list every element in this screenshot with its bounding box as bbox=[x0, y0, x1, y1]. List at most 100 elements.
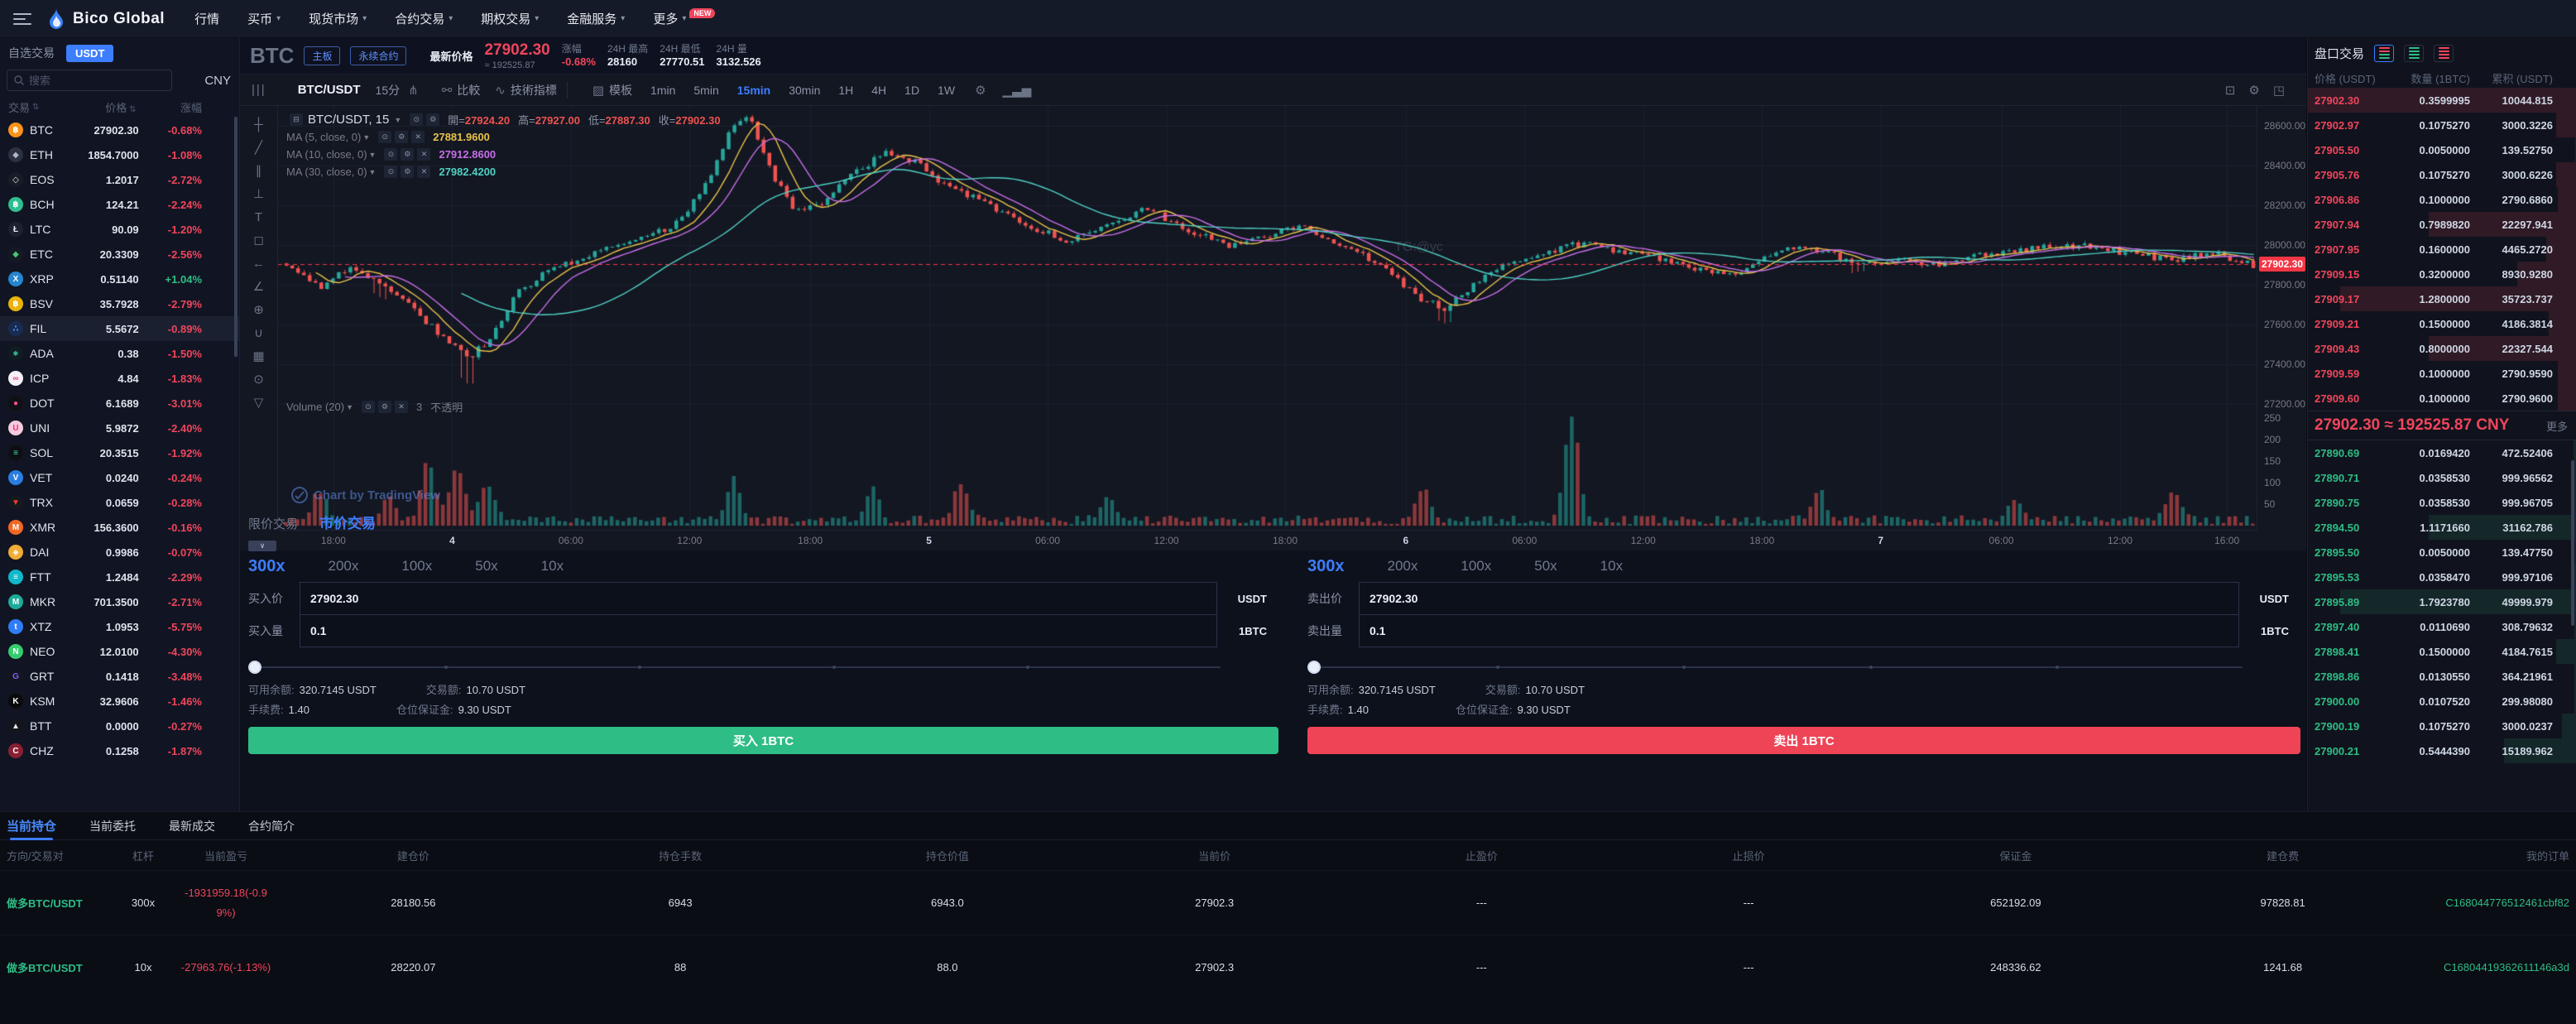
coin-row-ETC[interactable]: ◆ETC20.3309-2.56% bbox=[0, 242, 239, 267]
header-pair[interactable]: 交易 bbox=[8, 99, 30, 115]
buy-amount-slider[interactable] bbox=[250, 661, 1221, 674]
more-link[interactable]: 更多 bbox=[2546, 418, 2568, 434]
coin-row-TRX[interactable]: ▼TRX0.0659-0.28% bbox=[0, 490, 239, 515]
ask-row[interactable]: 27909.150.32000008930.9280 bbox=[2308, 262, 2576, 286]
settings-gear-icon[interactable]: ⚙ bbox=[2248, 83, 2259, 98]
coin-row-EOS[interactable]: ◇EOS1.2017-2.72% bbox=[0, 167, 239, 192]
bid-row[interactable]: 27890.750.0358530999.96705 bbox=[2308, 490, 2576, 515]
orderbook-scrollbar[interactable] bbox=[2571, 460, 2574, 626]
pattern-tool-icon[interactable]: ▦ bbox=[247, 344, 271, 368]
nav-item-更多[interactable]: 更多▾NEW bbox=[653, 10, 715, 27]
leverage-10x[interactable]: 10x bbox=[541, 558, 564, 574]
candles-style-icon[interactable]: ||| bbox=[252, 83, 266, 97]
chevron-down-icon[interactable]: ▼ bbox=[362, 133, 370, 142]
coin-row-LTC[interactable]: ŁLTC90.09-1.20% bbox=[0, 217, 239, 242]
bid-row[interactable]: 27895.500.0050000139.47750 bbox=[2308, 540, 2576, 565]
chevron-down-icon[interactable]: ∨ bbox=[248, 541, 276, 551]
nav-item-合约交易[interactable]: 合约交易▾ bbox=[395, 10, 453, 27]
timeframe-1W[interactable]: 1W bbox=[938, 84, 955, 97]
bid-row[interactable]: 27900.000.0107520299.98080 bbox=[2308, 689, 2576, 714]
currency-label[interactable]: CNY bbox=[204, 74, 231, 88]
orderbook-view-asks-icon[interactable] bbox=[2434, 45, 2454, 62]
chevron-down-icon[interactable]: ▼ bbox=[369, 168, 377, 176]
leverage-100x[interactable]: 100x bbox=[401, 558, 432, 574]
coin-row-XRP[interactable]: XXRP0.51140+1.04% bbox=[0, 267, 239, 291]
positions-tab-合约简介[interactable]: 合约简介 bbox=[248, 812, 295, 840]
coin-row-FTT[interactable]: ≡FTT1.2484-2.29% bbox=[0, 565, 239, 589]
coin-row-ADA[interactable]: ∗ADA0.38-1.50% bbox=[0, 341, 239, 366]
timeframe-1min[interactable]: 1min bbox=[650, 84, 675, 97]
buy-price-input[interactable] bbox=[300, 592, 1216, 605]
chevron-down-icon[interactable]: ▼ bbox=[346, 403, 353, 411]
close-icon[interactable]: ✕ bbox=[411, 131, 425, 143]
close-icon[interactable]: ✕ bbox=[395, 401, 408, 413]
coin-row-BSV[interactable]: ฿BSV35.7928-2.79% bbox=[0, 291, 239, 316]
leverage-10x[interactable]: 10x bbox=[1600, 558, 1623, 574]
timeframe-4H[interactable]: 4H bbox=[871, 84, 886, 97]
coin-row-VET[interactable]: VVET0.0240-0.24% bbox=[0, 465, 239, 490]
badge-perpetual[interactable]: 永续合约 bbox=[350, 46, 406, 65]
coin-row-SOL[interactable]: ≡SOL20.3515-1.92% bbox=[0, 440, 239, 465]
coin-row-UNI[interactable]: UUNI5.9872-2.40% bbox=[0, 416, 239, 440]
ask-row[interactable]: 27909.600.10000002790.9600 bbox=[2308, 386, 2576, 411]
coin-row-XMR[interactable]: MXMR156.3600-0.16% bbox=[0, 515, 239, 540]
timeframe-30min[interactable]: 30min bbox=[789, 84, 820, 97]
coin-row-ETH[interactable]: ◆ETH1854.7000-1.08% bbox=[0, 142, 239, 167]
nav-item-期权交易[interactable]: 期权交易▾ bbox=[481, 10, 539, 27]
orderbook-view-bids-icon[interactable] bbox=[2404, 45, 2424, 62]
zoom-tool-icon[interactable]: ⊕ bbox=[247, 298, 271, 321]
pitchfork-tool-icon[interactable]: ⊥ bbox=[247, 182, 271, 205]
candle-type-icon[interactable]: ⋔ bbox=[408, 83, 419, 98]
measure-tool-icon[interactable]: ∠ bbox=[247, 275, 271, 298]
close-icon[interactable]: ✕ bbox=[417, 148, 430, 161]
timeframe-15min[interactable]: 15min bbox=[737, 84, 770, 97]
tab-limit-order[interactable]: 限价交易 bbox=[248, 515, 298, 532]
indicators-button[interactable]: ∿技術指標 bbox=[495, 82, 557, 99]
leverage-300x[interactable]: 300x bbox=[1307, 557, 1345, 576]
leverage-200x[interactable]: 200x bbox=[1388, 558, 1418, 574]
coin-row-BCH[interactable]: ฿BCH124.21-2.24% bbox=[0, 192, 239, 217]
coin-row-NEO[interactable]: NNEO12.0100-4.30% bbox=[0, 639, 239, 664]
tradingview-watermark[interactable]: Chart by TradingView bbox=[291, 487, 440, 503]
coin-row-MKR[interactable]: MMKR701.3500-2.71% bbox=[0, 589, 239, 614]
logo[interactable]: Bico Global bbox=[46, 7, 165, 31]
ask-row[interactable]: 27909.430.800000022327.544 bbox=[2308, 336, 2576, 361]
bid-row[interactable]: 27898.860.0130550364.21961 bbox=[2308, 664, 2576, 689]
eye-icon[interactable]: ⊙ bbox=[384, 166, 397, 178]
positions-tab-当前持仓[interactable]: 当前持仓 bbox=[7, 812, 56, 840]
header-change[interactable]: 涨幅 bbox=[137, 99, 202, 115]
nav-item-行情[interactable]: 行情 bbox=[194, 10, 219, 27]
gear-icon[interactable]: ⚙ bbox=[401, 148, 414, 161]
coin-row-BTC[interactable]: ฿BTC27902.30-0.68% bbox=[0, 118, 239, 142]
sell-button[interactable]: 卖出 1BTC bbox=[1307, 727, 2300, 754]
leverage-200x[interactable]: 200x bbox=[329, 558, 359, 574]
leverage-50x[interactable]: 50x bbox=[475, 558, 497, 574]
ask-row[interactable]: 27909.171.280000035723.737 bbox=[2308, 286, 2576, 311]
sort-icon[interactable]: ⇅ bbox=[32, 103, 39, 112]
tab-favorites[interactable]: 自选交易 bbox=[8, 45, 55, 61]
coin-row-FIL[interactable]: ∴FIL5.5672-0.89% bbox=[0, 316, 239, 341]
ask-row[interactable]: 27906.860.10000002790.6860 bbox=[2308, 187, 2576, 212]
nav-item-买币[interactable]: 买币▾ bbox=[247, 10, 281, 27]
arrow-left-icon[interactable]: ← bbox=[247, 252, 271, 275]
leverage-300x[interactable]: 300x bbox=[248, 557, 285, 576]
bid-row[interactable]: 27894.501.117166031162.786 bbox=[2308, 515, 2576, 540]
leverage-50x[interactable]: 50x bbox=[1534, 558, 1557, 574]
coin-row-BTT[interactable]: ▲BTT0.0000-0.27% bbox=[0, 714, 239, 738]
positions-tab-当前委托[interactable]: 当前委托 bbox=[89, 812, 136, 840]
gear-icon[interactable]: ⚙ bbox=[378, 401, 391, 413]
positions-tab-最新成交[interactable]: 最新成交 bbox=[169, 812, 215, 840]
coin-row-KSM[interactable]: KKSM32.9606-1.46% bbox=[0, 689, 239, 714]
nav-item-现货市场[interactable]: 现货市场▾ bbox=[309, 10, 367, 27]
crosshair-tool-icon[interactable]: ┼ bbox=[247, 113, 271, 136]
coin-row-DAI[interactable]: ◈DAI0.9986-0.07% bbox=[0, 540, 239, 565]
ask-row[interactable]: 27907.940.798982022297.941 bbox=[2308, 212, 2576, 237]
price-axis[interactable]: 28600.0028400.0028200.0028000.0027800.00… bbox=[2257, 106, 2306, 530]
coin-row-DOT[interactable]: ●DOT6.1689-3.01% bbox=[0, 391, 239, 416]
collapse-legend-icon[interactable]: ⊟ bbox=[290, 113, 303, 126]
bid-row[interactable]: 27890.710.0358530999.96562 bbox=[2308, 465, 2576, 490]
eye-icon[interactable]: ⊙ bbox=[410, 113, 423, 126]
hamburger-menu-icon[interactable] bbox=[13, 13, 31, 25]
gear-icon[interactable]: ⚙ bbox=[975, 83, 986, 98]
leverage-100x[interactable]: 100x bbox=[1461, 558, 1491, 574]
